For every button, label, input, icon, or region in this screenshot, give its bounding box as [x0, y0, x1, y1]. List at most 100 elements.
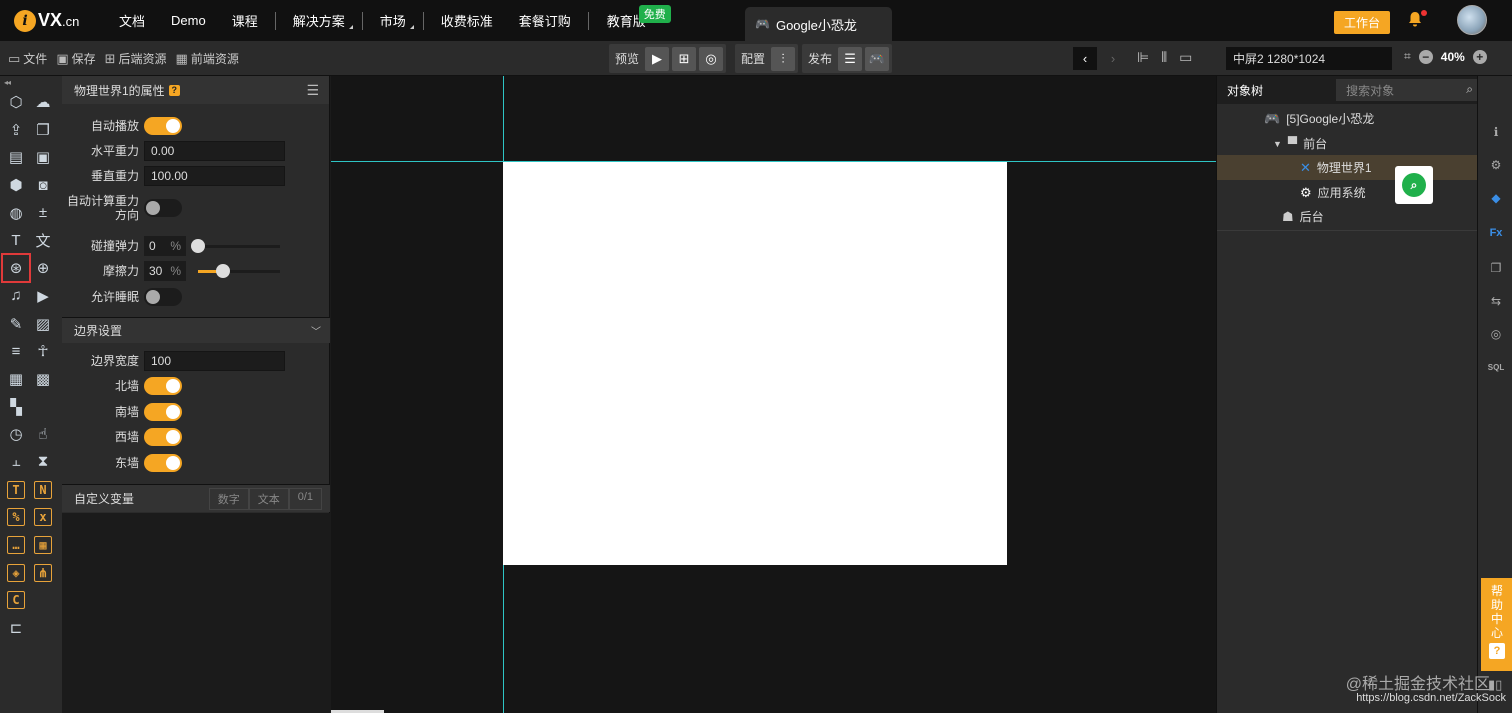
- west-wall-toggle[interactable]: [144, 428, 182, 446]
- nav-market[interactable]: 市场: [367, 0, 419, 41]
- circle-shape-icon[interactable]: ◍: [4, 201, 28, 225]
- workbench-button[interactable]: 工作台: [1334, 11, 1391, 34]
- video-icon[interactable]: ▶: [31, 284, 55, 308]
- bounce-slider[interactable]: [191, 238, 280, 253]
- design-canvas[interactable]: [331, 76, 1216, 713]
- auto-gravity-toggle[interactable]: [144, 199, 182, 217]
- image-frame-icon[interactable]: ▣: [31, 145, 55, 169]
- settings-icon[interactable]: ⚙: [1487, 156, 1505, 174]
- user-avatar[interactable]: [1457, 5, 1487, 35]
- qrcode-icon[interactable]: ⊞: [672, 46, 697, 71]
- api-icon[interactable]: ◎: [1487, 325, 1505, 343]
- nav-packages[interactable]: 套餐订购: [506, 0, 584, 41]
- swap-icon[interactable]: ⇆: [1487, 292, 1505, 310]
- file-menu[interactable]: ▭ 文件: [8, 50, 47, 67]
- autoplay-toggle[interactable]: [144, 117, 182, 135]
- collapse-icon[interactable]: ◂◂: [4, 78, 11, 87]
- copy-icon[interactable]: ❐: [31, 118, 55, 142]
- fit-screen-icon[interactable]: ⌗: [1404, 49, 1411, 64]
- h-gravity-input[interactable]: 0.00: [144, 141, 285, 161]
- timer-icon[interactable]: ◷: [4, 422, 28, 446]
- east-wall-toggle[interactable]: [144, 454, 182, 472]
- v-gravity-input[interactable]: 100.00: [144, 166, 285, 186]
- table-variable-icon[interactable]: ▦: [34, 536, 52, 554]
- tree-item-front[interactable]: ▼ ▀ 前台: [1217, 131, 1478, 156]
- plus-minus-icon[interactable]: ±: [31, 201, 55, 225]
- save-button[interactable]: ▣ 保存: [56, 50, 95, 67]
- friction-slider[interactable]: [198, 263, 280, 278]
- help-center-button[interactable]: 帮 助 中 心 ?: [1481, 578, 1512, 671]
- wechat-preview-icon[interactable]: ◎: [699, 46, 724, 71]
- number-variable-icon[interactable]: N: [34, 480, 52, 499]
- document-tab[interactable]: 🎮 Google小恐龙: [745, 7, 892, 41]
- nav-docs[interactable]: 文档: [106, 0, 158, 41]
- publish-web-icon[interactable]: ☰: [838, 46, 863, 71]
- tree-item-physics[interactable]: ✕ 物理世界1: [1217, 155, 1478, 180]
- zoom-in-icon[interactable]: +: [1472, 49, 1487, 64]
- tree-item-appsys[interactable]: ⚙ 应用系统: [1217, 180, 1478, 205]
- monitor-icon[interactable]: ▭: [1179, 49, 1192, 66]
- text-variable-icon[interactable]: T: [7, 480, 25, 499]
- x-variable-icon[interactable]: x: [34, 508, 52, 527]
- screen-size-select[interactable]: 中屏2 1280*1024: [1226, 47, 1392, 70]
- function-icon[interactable]: Fx: [1487, 224, 1505, 242]
- array-variable-icon[interactable]: …: [7, 536, 25, 554]
- sleep-toggle[interactable]: [144, 288, 182, 306]
- bounce-slider-knob[interactable]: [191, 238, 205, 253]
- border-width-input[interactable]: 100: [144, 351, 285, 371]
- tab-text[interactable]: 文本: [248, 487, 289, 510]
- object-variable-icon[interactable]: ◈: [7, 563, 25, 582]
- page-icon[interactable]: ❐: [1487, 259, 1505, 277]
- map-alt-icon[interactable]: ▩: [31, 367, 55, 391]
- folder-image-icon[interactable]: ▤: [4, 145, 28, 169]
- caret-down-icon[interactable]: ▼: [1273, 139, 1282, 149]
- nav-solutions[interactable]: 解决方案: [280, 0, 358, 41]
- nav-pricing[interactable]: 收费标准: [428, 0, 506, 41]
- tune-icon[interactable]: ≡: [4, 339, 28, 363]
- map-icon[interactable]: ▦: [4, 367, 28, 391]
- slider-control-icon[interactable]: ⫠: [4, 450, 28, 474]
- play-icon[interactable]: ▶: [645, 46, 670, 71]
- link-component-icon[interactable]: ⊏: [4, 616, 28, 640]
- upload-icon[interactable]: ⇪: [4, 118, 28, 142]
- zoom-out-icon[interactable]: −: [1418, 49, 1433, 64]
- chevron-left-icon[interactable]: ‹: [1073, 47, 1097, 70]
- south-wall-toggle[interactable]: [144, 403, 182, 421]
- frontend-resources-button[interactable]: ▦ 前端资源: [176, 50, 239, 67]
- wechat-icon[interactable]: ☁: [31, 90, 55, 114]
- backend-resources-button[interactable]: ⊞ 后端资源: [105, 50, 167, 67]
- figure-icon[interactable]: ☥: [31, 339, 55, 363]
- translate-icon[interactable]: 文: [31, 228, 55, 252]
- floating-search-button[interactable]: ⌕: [1395, 166, 1433, 204]
- gallery-icon[interactable]: ▨: [31, 312, 55, 336]
- touch-icon[interactable]: ☝: [31, 422, 55, 446]
- rect-circle-icon[interactable]: ◙: [31, 173, 55, 197]
- physics-world-icon[interactable]: ⊛: [1, 253, 31, 284]
- sql-icon[interactable]: SQL: [1487, 358, 1505, 376]
- tree-item-root[interactable]: 🎮 [5]Google小恐龙: [1217, 106, 1478, 131]
- friction-input[interactable]: 30%: [144, 261, 186, 281]
- tree-item-back[interactable]: ☗ 后台: [1217, 204, 1478, 229]
- object-search-input[interactable]: 搜索对象 ⌕: [1336, 79, 1477, 101]
- publish-game-icon[interactable]: 🎮: [865, 46, 890, 71]
- bell-icon[interactable]: [1406, 10, 1427, 33]
- border-section-header[interactable]: 边界设置 ﹀: [62, 317, 330, 343]
- music-icon[interactable]: ♫: [4, 284, 28, 308]
- info-icon[interactable]: ℹ: [1487, 123, 1505, 141]
- box-icon[interactable]: ⬡: [4, 90, 28, 114]
- chevron-right-icon[interactable]: ›: [1101, 47, 1125, 70]
- gamepad-component-icon[interactable]: ⊕: [31, 256, 55, 280]
- vx-logo[interactable]: i VX.cn: [14, 9, 106, 32]
- bounce-input[interactable]: 0%: [144, 236, 186, 256]
- expand-icon[interactable]: ▮▯: [1488, 677, 1502, 693]
- align-icon[interactable]: ⊫: [1137, 49, 1149, 66]
- tab-boolean[interactable]: 0/1: [288, 487, 322, 510]
- distribute-icon[interactable]: ⫴: [1161, 49, 1167, 66]
- nav-education[interactable]: 教育版 免费: [593, 0, 671, 41]
- tree-variable-icon[interactable]: ⋔: [34, 563, 52, 582]
- tab-number[interactable]: 数字: [208, 487, 249, 510]
- hourglass-icon[interactable]: ⧗: [31, 450, 55, 474]
- north-wall-toggle[interactable]: [144, 377, 182, 395]
- stage-screen[interactable]: [503, 162, 1007, 565]
- custom-variable-icon[interactable]: C: [7, 591, 25, 610]
